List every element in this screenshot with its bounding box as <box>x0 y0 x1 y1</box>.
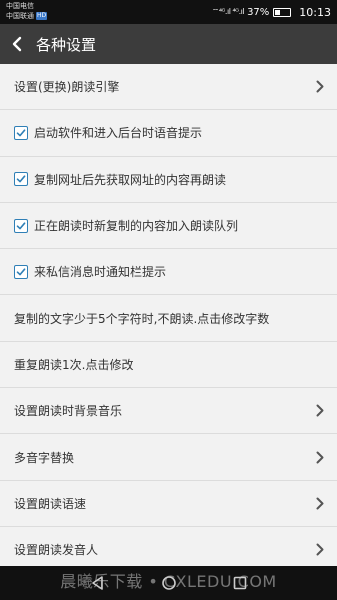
app-bar: 各种设置 <box>0 24 337 64</box>
hd-badge: HD <box>36 12 48 20</box>
status-right: ⌔⁴ᴳ.ıl ⁴ᴳ.ıl 37% 10:13 <box>212 0 331 24</box>
signal-icon: ⌔⁴ᴳ.ıl ⁴ᴳ.ıl <box>211 7 245 16</box>
system-nav-bar <box>0 566 337 600</box>
chevron-right-icon <box>313 80 327 93</box>
carrier-1: 中国电信 <box>6 2 34 10</box>
checkbox[interactable] <box>14 125 28 140</box>
clock: 10:13 <box>299 5 331 19</box>
square-recents-icon <box>233 576 246 590</box>
setting-label: 设置(更换)朗读引擎 <box>14 80 120 95</box>
chevron-right-icon <box>313 451 327 464</box>
battery-text: 37% <box>247 6 270 18</box>
checkbox[interactable] <box>14 172 28 187</box>
setting-label: 来私信消息时通知栏提示 <box>34 265 167 280</box>
nav-back-button[interactable] <box>90 575 106 591</box>
setting-item[interactable]: 来私信消息时通知栏提示 <box>0 249 337 296</box>
circle-home-icon <box>161 576 176 590</box>
setting-label: 复制的文字少于5个字符时,不朗读.点击修改字数 <box>14 311 270 326</box>
settings-list: 设置(更换)朗读引擎启动软件和进入后台时语音提示复制网址后先获取网址的内容再朗读… <box>0 64 337 566</box>
checkmark-icon <box>16 175 26 183</box>
setting-label: 设置朗读时背景音乐 <box>14 404 123 419</box>
status-bar: 中国电信 中国联通 HD ⌔⁴ᴳ.ıl ⁴ᴳ.ıl 37% 10:13 <box>0 0 337 24</box>
triangle-back-icon <box>91 576 103 590</box>
chevron-right-icon <box>313 497 327 510</box>
carrier-2: 中国联通 <box>6 12 34 20</box>
checkbox[interactable] <box>14 218 28 233</box>
setting-item[interactable]: 正在朗读时新复制的内容加入朗读队列 <box>0 203 337 250</box>
chevron-left-icon <box>12 36 22 52</box>
setting-item[interactable]: 复制网址后先获取网址的内容再朗读 <box>0 157 337 203</box>
setting-label: 正在朗读时新复制的内容加入朗读队列 <box>34 219 239 234</box>
setting-label: 重复朗读1次.点击修改 <box>14 357 134 372</box>
checkmark-icon <box>16 221 26 229</box>
checkmark-icon <box>16 268 26 276</box>
page-title: 各种设置 <box>36 35 97 54</box>
setting-item[interactable]: 设置朗读时背景音乐 <box>0 388 337 435</box>
setting-label: 设置朗读发音人 <box>14 543 99 558</box>
setting-label: 多音字替换 <box>14 450 75 465</box>
setting-item[interactable]: 设置朗读发音人 <box>0 527 337 566</box>
setting-item[interactable]: 复制的文字少于5个字符时,不朗读.点击修改字数 <box>0 295 337 342</box>
chevron-right-icon <box>313 543 327 556</box>
setting-item[interactable]: 设置朗读语速 <box>0 481 337 527</box>
nav-recents-button[interactable] <box>232 575 248 591</box>
chevron-right-icon <box>313 404 327 417</box>
setting-label: 启动软件和进入后台时语音提示 <box>34 126 203 141</box>
checkbox[interactable] <box>14 264 28 279</box>
carrier-info: 中国电信 中国联通 HD <box>6 1 48 21</box>
setting-item[interactable]: 多音字替换 <box>0 434 337 481</box>
battery-icon <box>273 7 292 17</box>
nav-home-button[interactable] <box>161 575 177 591</box>
back-button[interactable] <box>0 24 34 64</box>
setting-item[interactable]: 启动软件和进入后台时语音提示 <box>0 110 337 157</box>
checkmark-icon <box>16 129 26 137</box>
setting-label: 复制网址后先获取网址的内容再朗读 <box>34 172 227 187</box>
setting-item[interactable]: 设置(更换)朗读引擎 <box>0 64 337 111</box>
setting-label: 设置朗读语速 <box>14 496 87 511</box>
setting-item[interactable]: 重复朗读1次.点击修改 <box>0 342 337 389</box>
